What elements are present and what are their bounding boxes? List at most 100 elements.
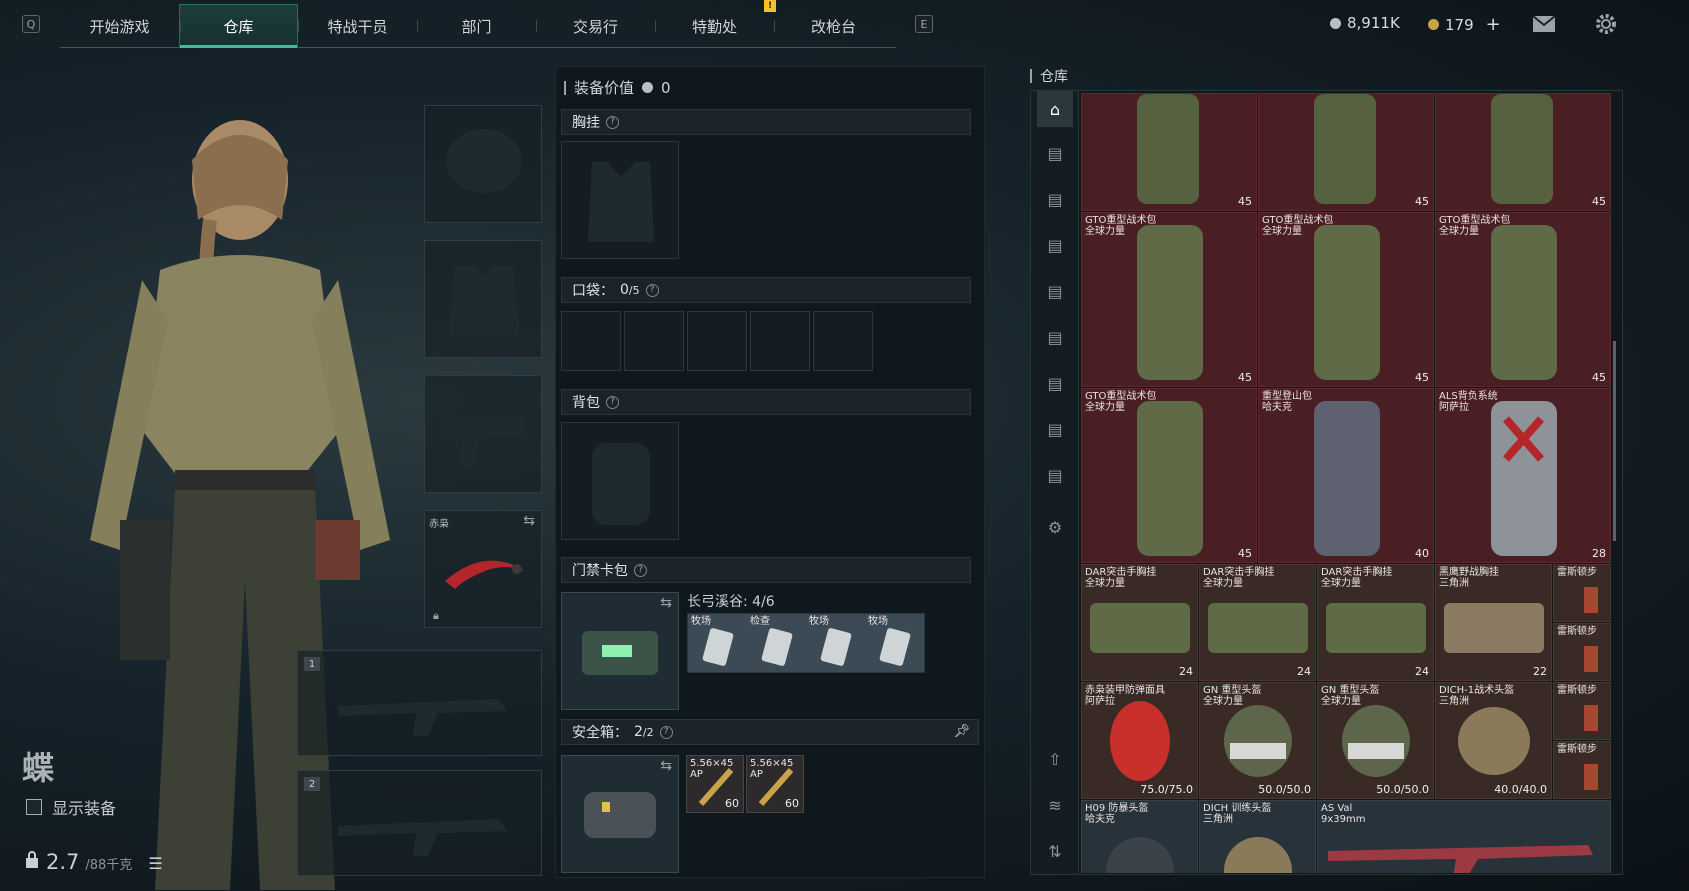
warehouse-settings-icon[interactable]: ⚙	[1037, 509, 1073, 545]
pocket-slot[interactable]	[750, 311, 810, 371]
warehouse-item[interactable]: GTO重型战术包 全球力量 45	[1435, 212, 1611, 387]
warehouse-item[interactable]: 45	[1435, 93, 1611, 211]
pocket-label: 口袋：	[572, 283, 614, 299]
warehouse-grid: 45 45 45 GTO重型战术包 全球力量 45 GTO重型战术包 全球力量 …	[1081, 93, 1613, 873]
warehouse-item[interactable]: DAR突击手胸挂 全球力量 24	[1317, 564, 1434, 681]
warehouse-sidebar: ⌂ ▤ ▤ ▤ ▤ ▤ ▤ ▤ ▤ ⚙ ⇧ ≋ ⇅	[1031, 91, 1079, 874]
sort-icon[interactable]: ⇅	[1037, 833, 1073, 869]
warehouse-item[interactable]: AS Val 9x39mm	[1317, 800, 1611, 873]
show-equipment-checkbox[interactable]	[26, 799, 42, 815]
warehouse-item[interactable]: DICH-1战术头盔 三角洲 40.0/40.0	[1435, 682, 1552, 799]
weight-indicator: 2.7 /88千克 ☰	[24, 850, 163, 874]
backpack-placeholder-icon	[592, 443, 650, 525]
warehouse-all-icon[interactable]: ⌂	[1037, 91, 1073, 127]
pocket-slot[interactable]	[561, 311, 621, 371]
warehouse-item[interactable]: H09 防暴头盔 哈夫克	[1081, 800, 1198, 873]
layers-icon[interactable]: ≋	[1037, 787, 1073, 823]
storage-v-icon[interactable]: ▤	[1037, 319, 1073, 355]
tab-operators[interactable]: 特战干员	[298, 4, 417, 48]
warehouse-panel: ⌂ ▤ ▤ ▤ ▤ ▤ ▤ ▤ ▤ ⚙ ⇧ ≋ ⇅ 45 45 45 GTO重型…	[1030, 90, 1623, 875]
expand-icon[interactable]: ⇧	[1037, 741, 1073, 777]
warehouse-item[interactable]: 雷斯顿步	[1553, 741, 1611, 799]
warehouse-item[interactable]: GN 重型头盔 全球力量 50.0/50.0	[1317, 682, 1434, 799]
gold-amount: 179	[1445, 15, 1474, 34]
tab-department[interactable]: 部门	[417, 4, 536, 48]
warehouse-item[interactable]: 雷斯顿步	[1553, 564, 1611, 622]
vest-placeholder-icon	[588, 162, 654, 242]
ammo-item[interactable]: 5.56×45 AP 60	[686, 755, 744, 813]
backpack-slot[interactable]	[561, 422, 679, 540]
gold-currency[interactable]: 179 +	[1428, 14, 1501, 35]
pocket-slot[interactable]	[624, 311, 684, 371]
silver-coin-icon	[642, 82, 654, 93]
pocket-slot[interactable]	[813, 311, 873, 371]
storage-iii-icon[interactable]: ▤	[1037, 227, 1073, 263]
settings-gear-icon[interactable]	[1594, 12, 1618, 40]
storage-i-icon[interactable]: ▤	[1037, 135, 1073, 171]
warehouse-item[interactable]: 45	[1258, 93, 1434, 211]
swap-icon[interactable]: ⇆	[523, 513, 535, 529]
keycard-item[interactable]: 牧场	[806, 614, 865, 672]
silver-currency[interactable]: 8,911K	[1330, 14, 1400, 32]
keycard-item[interactable]: 牧场	[688, 614, 747, 672]
swap-icon[interactable]: ⇆	[660, 595, 672, 611]
warehouse-item[interactable]: GTO重型战术包 全球力量 45	[1081, 388, 1257, 563]
primary-weapon-slot-2[interactable]: 2	[297, 770, 542, 876]
warehouse-scrollbar[interactable]	[1613, 341, 1616, 541]
helmet-slot[interactable]	[424, 105, 542, 223]
warehouse-item[interactable]: DAR突击手胸挂 全球力量 24	[1199, 564, 1316, 681]
warehouse-item[interactable]: DAR突击手胸挂 全球力量 24	[1081, 564, 1198, 681]
tab-start-game[interactable]: 开始游戏	[60, 4, 179, 48]
warehouse-item[interactable]: GN 重型头盔 全球力量 50.0/50.0	[1199, 682, 1316, 799]
tab-trading[interactable]: 交易行	[536, 4, 655, 48]
warehouse-item[interactable]: 重型登山包 哈夫克 40	[1258, 388, 1434, 563]
warehouse-item[interactable]: DICH 训练头盔 三角洲	[1199, 800, 1316, 873]
tab-special-ops[interactable]: 特勤处	[655, 4, 774, 48]
safebox-case[interactable]: ⇆	[561, 755, 679, 873]
ammo-item[interactable]: 5.56×45 AP 60	[746, 755, 804, 813]
list-icon[interactable]: ☰	[148, 854, 162, 873]
armor-slot[interactable]	[424, 240, 542, 358]
swap-icon[interactable]: ⇆	[660, 758, 672, 774]
storage-viii-icon[interactable]: ▤	[1037, 457, 1073, 493]
storage-vi-icon[interactable]: ▤	[1037, 365, 1073, 401]
warehouse-item[interactable]: 雷斯顿步	[1553, 623, 1611, 681]
keycard-item[interactable]: 牧场	[865, 614, 924, 672]
backpack-icon	[1314, 225, 1380, 380]
warehouse-item[interactable]: GTO重型战术包 全球力量 45	[1081, 212, 1257, 387]
keycard-case[interactable]: ⇆	[561, 592, 679, 710]
warehouse-item[interactable]: ALS背负系统 阿萨拉 28	[1435, 388, 1611, 563]
equipment-panel: 装备价值 0 胸挂? 口袋： 0/5 ? 背包? 门禁卡包? ⇆ 长弓溪谷: 4…	[555, 66, 985, 878]
help-icon[interactable]: ?	[634, 563, 647, 577]
pocket-slot[interactable]	[687, 311, 747, 371]
mail-icon[interactable]	[1532, 15, 1556, 37]
rifle-placeholder-icon	[338, 699, 508, 736]
safebox-max: /2	[642, 725, 654, 739]
warehouse-title: 仓库	[1030, 66, 1068, 86]
help-icon[interactable]: ?	[645, 283, 659, 297]
storage-vii-icon[interactable]: ▤	[1037, 411, 1073, 447]
warehouse-item[interactable]: 雷斯顿步	[1553, 682, 1611, 740]
keycard-item[interactable]: 检查	[747, 614, 806, 672]
silver-amount: 8,911K	[1347, 14, 1400, 32]
warehouse-item[interactable]: 45	[1081, 93, 1257, 211]
show-equipment-toggle[interactable]: 显示装备	[26, 795, 116, 819]
help-icon[interactable]: ?	[606, 115, 619, 129]
primary-weapon-slot-1[interactable]: 1	[297, 650, 542, 756]
help-icon[interactable]: ?	[659, 725, 673, 739]
pistol-slot[interactable]	[424, 375, 542, 493]
storage-iv-icon[interactable]: ▤	[1037, 273, 1073, 309]
pin-icon[interactable]: 📌︎	[953, 724, 970, 739]
chest-rig-slot[interactable]	[561, 141, 679, 259]
tab-warehouse[interactable]: 仓库	[179, 4, 298, 48]
warehouse-item[interactable]: 赤枭装甲防弹面具 阿萨拉 75.0/75.0	[1081, 682, 1198, 799]
warehouse-item[interactable]: GTO重型战术包 全球力量 45	[1258, 212, 1434, 387]
add-currency-button[interactable]: +	[1486, 14, 1501, 35]
help-icon[interactable]: ?	[606, 395, 619, 409]
storage-ii-icon[interactable]: ▤	[1037, 181, 1073, 217]
weight-value: 2.7	[46, 850, 80, 874]
backpack-icon	[1137, 94, 1199, 204]
tab-gunsmith[interactable]: 改枪台	[774, 4, 893, 48]
melee-slot[interactable]: 赤枭 ⇆ 🔒︎	[424, 510, 542, 628]
warehouse-item[interactable]: 黑鹰野战胸挂 三角洲 22	[1435, 564, 1552, 681]
